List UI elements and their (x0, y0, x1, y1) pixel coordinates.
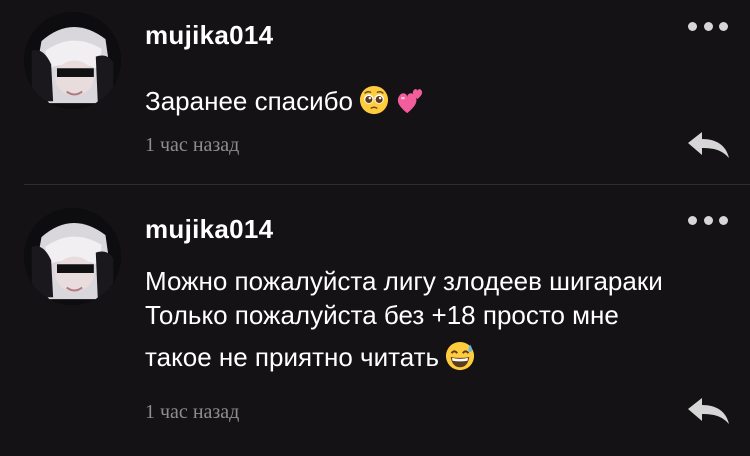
comment-line: Можно пожалуйста лигу злодеев шигараки (145, 266, 663, 296)
dot (703, 21, 713, 31)
comment-line: Только пожалуйста без +18 просто мне (145, 300, 619, 330)
dot (719, 215, 728, 225)
more-options-icon[interactable] (688, 214, 728, 226)
dot (688, 215, 697, 225)
dot (688, 21, 697, 31)
comment-text: Можно пожалуйста лигу злодеев шигараки Т… (145, 264, 663, 374)
dot (703, 215, 713, 225)
comment-line-text: такое не приятно читать (145, 342, 440, 372)
avatar[interactable] (24, 12, 121, 109)
timestamp: 1 час назад (145, 401, 240, 423)
comment-line: такое не приятно читать (145, 340, 663, 374)
comment-line-text: Заранее спасибо (145, 86, 353, 116)
avatar-image (24, 208, 121, 305)
more-options-icon[interactable] (688, 20, 728, 32)
comment-line: Заранее спасибо (145, 84, 425, 118)
reply-icon[interactable] (686, 397, 730, 425)
timestamp: 1 час назад (145, 134, 240, 156)
comment-item: mujika014 Заранее спасибо 1 час назад (0, 0, 750, 184)
comment-item: mujika014 Можно пожалуйста лигу злодеев … (0, 186, 750, 456)
username[interactable]: mujika014 (145, 20, 273, 51)
reply-icon[interactable] (686, 131, 730, 159)
avatar-image (24, 12, 121, 109)
divider (24, 184, 750, 185)
avatar[interactable] (24, 208, 121, 305)
dot (719, 21, 728, 31)
comment-text: Заранее спасибо (145, 84, 425, 118)
grinning-sweat-face-emoji-icon (445, 341, 475, 371)
username[interactable]: mujika014 (145, 214, 273, 245)
pleading-face-emoji-icon (359, 85, 389, 115)
two-hearts-emoji-icon (395, 85, 425, 115)
